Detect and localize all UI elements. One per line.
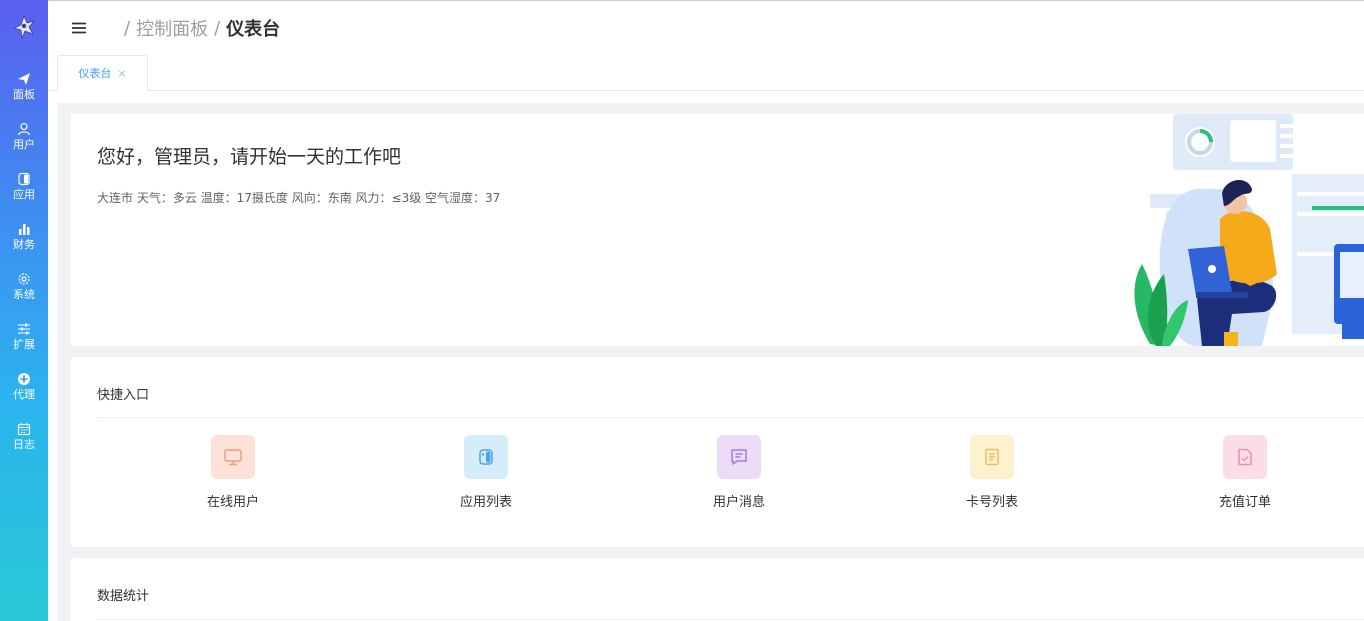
monitor-icon [224, 449, 242, 466]
person-with-laptop-illustration [1134, 114, 1364, 346]
sidebar-item-label: 日志 [13, 438, 35, 451]
switch-icon-tile [464, 435, 508, 479]
switch-icon [479, 449, 493, 465]
gear-icon [18, 273, 30, 285]
main-content: 您好，管理员，请开始一天的工作吧 大连市 天气：多云 温度：17摄氏度 风向：东… [57, 103, 1364, 621]
switch-icon [18, 172, 30, 186]
breadcrumb-item-dashboard: 仪表台 [226, 19, 281, 40]
sidebar-item-logs[interactable]: 日志 [0, 422, 48, 472]
bar-chart-icon [19, 224, 30, 235]
tab-label: 仪表台 [78, 67, 112, 80]
tab-bar: 仪表台 × [48, 55, 1364, 91]
sliders-icon [18, 323, 30, 335]
user-icon [17, 122, 31, 136]
quick-entry-label: 应用列表 [459, 495, 512, 510]
quick-entry-label: 卡号列表 [965, 495, 1018, 510]
sidebar-item-label: 代理 [13, 388, 35, 401]
sidebar: 面板 用户 应用 财务 系统 扩展 代理 日志 [0, 0, 48, 621]
weather-info: 大连市 天气：多云 温度：17摄氏度 风向：东南 风力：≤3级 空气湿度：37 [97, 191, 501, 205]
sidebar-item-system[interactable]: 系统 [0, 272, 48, 322]
quick-entry-label: 用户消息 [712, 495, 765, 510]
breadcrumb-item-control-panel[interactable]: 控制面板 [136, 15, 208, 41]
quick-entry-label: 在线用户 [206, 495, 259, 510]
data-statistics-card: 数据统计 [71, 558, 1364, 621]
quick-entry-online-users[interactable]: 在线用户 [173, 435, 293, 510]
logo-bird-icon[interactable] [11, 14, 37, 40]
welcome-card: 您好，管理员，请开始一天的工作吧 大连市 天气：多云 温度：17摄氏度 风向：东… [71, 114, 1364, 346]
quick-entry-title: 快捷入口 [97, 388, 150, 403]
sidebar-item-finance[interactable]: 财务 [0, 222, 48, 272]
breadcrumb-separator: / [124, 17, 131, 39]
header: / 控制面板 / 仪表台 [48, 0, 1364, 55]
sidebar-item-label: 应用 [13, 188, 35, 201]
message-icon-tile [717, 435, 761, 479]
sidebar-item-label: 系统 [13, 288, 35, 301]
sidebar-item-panel[interactable]: 面板 [0, 72, 48, 122]
sidebar-item-apps[interactable]: 应用 [0, 172, 48, 222]
order-icon-tile [1223, 435, 1267, 479]
order-icon [1238, 448, 1252, 466]
document-icon-tile [970, 435, 1014, 479]
quick-entry-app-list[interactable]: 应用列表 [426, 435, 546, 510]
sidebar-item-users[interactable]: 用户 [0, 122, 48, 172]
quick-entry-card-list[interactable]: 卡号列表 [932, 435, 1052, 510]
sidebar-item-label: 扩展 [13, 338, 35, 351]
breadcrumb-separator: / [214, 17, 221, 39]
close-icon[interactable]: × [117, 67, 126, 80]
quick-entry-card: 快捷入口 在线用户 应用列表 用户消息 卡号列表 充值订单 [71, 357, 1364, 547]
sidebar-item-label: 面板 [13, 88, 35, 101]
welcome-title: 您好，管理员，请开始一天的工作吧 [97, 146, 402, 168]
tab-dashboard[interactable]: 仪表台 × [57, 55, 148, 91]
data-statistics-title: 数据统计 [97, 589, 150, 604]
monitor-icon-tile [211, 435, 255, 479]
document-icon [985, 448, 999, 466]
quick-entry-label: 充值订单 [1218, 495, 1271, 510]
plus-circle-icon [18, 373, 30, 385]
calendar-icon [17, 423, 31, 436]
menu-toggle-icon[interactable] [68, 20, 90, 36]
divider [97, 417, 1364, 418]
sidebar-item-extensions[interactable]: 扩展 [0, 322, 48, 372]
message-icon [731, 449, 747, 465]
sidebar-item-label: 用户 [13, 138, 35, 151]
quick-entry-recharge-orders[interactable]: 充值订单 [1185, 435, 1305, 510]
divider [97, 619, 1364, 620]
sidebar-item-agents[interactable]: 代理 [0, 372, 48, 422]
paper-plane-icon [18, 73, 30, 85]
quick-entry-user-messages[interactable]: 用户消息 [679, 435, 799, 510]
sidebar-item-label: 财务 [13, 238, 35, 251]
